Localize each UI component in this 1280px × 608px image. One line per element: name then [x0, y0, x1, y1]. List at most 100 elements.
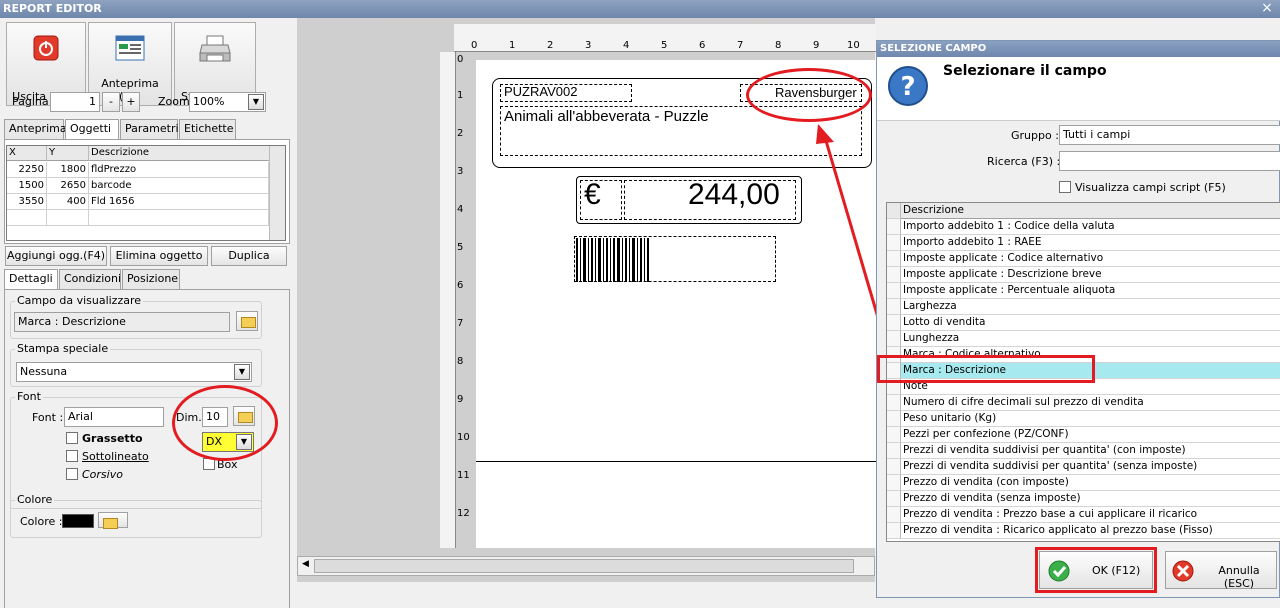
- ruler-mark: 5: [457, 242, 464, 253]
- underline-label: Sottolineato: [82, 450, 149, 463]
- list-item[interactable]: Lunghezza: [901, 331, 1280, 347]
- table-scrollbar[interactable]: [269, 146, 285, 240]
- list-item[interactable]: Numero di cifre decimali sul prezzo di v…: [901, 395, 1280, 411]
- close-icon[interactable]: ×: [1260, 0, 1274, 18]
- ruler-mark: 0: [457, 54, 464, 65]
- tab-dettagli[interactable]: Dettagli: [4, 269, 58, 290]
- table-cell[interactable]: 1500: [7, 178, 47, 194]
- list-item[interactable]: Prezzi di vendita suddivisi per quantita…: [901, 459, 1280, 475]
- table-cell[interactable]: 400: [47, 194, 89, 210]
- list-item[interactable]: Imposte applicate : Descrizione breve: [901, 267, 1280, 283]
- group-select[interactable]: Tutti i campi: [1059, 125, 1280, 145]
- dialog-heading: Selezionare il campo: [943, 63, 1107, 79]
- list-item[interactable]: Prezzo di vendita : Prezzo base a cui ap…: [901, 507, 1280, 523]
- list-header[interactable]: Descrizione: [901, 203, 1280, 219]
- ruler-mark: 7: [457, 318, 464, 329]
- ruler-mark: 4: [623, 40, 630, 51]
- ruler-mark: 4: [457, 204, 464, 215]
- select-field-dialog: SELEZIONE CAMPO ? Selezionare il campo G…: [876, 40, 1280, 598]
- table-cell[interactable]: 3550: [7, 194, 47, 210]
- color-label: Colore :: [20, 515, 63, 528]
- field-group-label: Campo da visualizzare: [15, 294, 144, 307]
- printer-icon: [199, 35, 231, 62]
- preview-icon: [115, 35, 145, 61]
- tab-etichette[interactable]: Etichette: [179, 119, 236, 139]
- color-swatch[interactable]: [62, 514, 94, 528]
- col-y-header[interactable]: Y: [47, 146, 89, 161]
- delete-object-button[interactable]: Elimina oggetto: [110, 246, 208, 266]
- list-item[interactable]: Peso unitario (Kg): [901, 411, 1280, 427]
- special-value: Nessuna: [20, 365, 68, 378]
- list-item[interactable]: Imposte applicate : Percentuale aliquota: [901, 283, 1280, 299]
- col-desc-header[interactable]: Descrizione: [89, 146, 269, 161]
- font-label: Font :: [32, 411, 64, 424]
- currency-text: €: [584, 178, 601, 211]
- list-item[interactable]: Lotto di vendita: [901, 315, 1280, 331]
- ruler-mark: 5: [661, 40, 668, 51]
- list-item[interactable]: Importo addebito 1 : Codice della valuta: [901, 219, 1280, 235]
- cancel-icon: [1172, 560, 1194, 582]
- search-label: Ricerca (F3) :: [987, 155, 1061, 168]
- page-plus-button[interactable]: +: [122, 92, 140, 112]
- bold-checkbox[interactable]: [66, 432, 78, 444]
- scroll-thumb[interactable]: [314, 559, 854, 573]
- list-item[interactable]: Larghezza: [901, 299, 1280, 315]
- list-item[interactable]: Imposte applicate : Codice alternativo: [901, 251, 1280, 267]
- list-item[interactable]: Pezzi per confezione (PZ/CONF): [901, 427, 1280, 443]
- duplicate-button[interactable]: Duplica: [211, 246, 287, 266]
- page-input[interactable]: 1: [50, 92, 100, 112]
- col-x-header[interactable]: X: [7, 146, 47, 161]
- horizontal-scrollbar[interactable]: ◀: [297, 556, 875, 576]
- chevron-down-icon[interactable]: ▼: [248, 94, 264, 110]
- question-icon: ?: [888, 66, 928, 106]
- tab-condizioni[interactable]: Condizioni: [59, 269, 121, 289]
- ruler-mark: 0: [471, 40, 478, 51]
- ruler-mark: 6: [699, 40, 706, 51]
- list-item[interactable]: Prezzo di vendita (con imposte): [901, 475, 1280, 491]
- ruler-mark: 12: [457, 508, 470, 519]
- list-item[interactable]: Importo addebito 1 : RAEE: [901, 235, 1280, 251]
- search-input[interactable]: [1059, 151, 1280, 171]
- zoom-select[interactable]: 100% ▼: [189, 92, 266, 112]
- table-cell[interactable]: fldPrezzo: [89, 162, 269, 178]
- tab-posizione[interactable]: Posizione: [122, 269, 180, 289]
- table-cell[interactable]: 2250: [7, 162, 47, 178]
- page-label: Pagina: [12, 95, 49, 108]
- list-item[interactable]: Prezzo di vendita : Ricarico applicato a…: [901, 523, 1280, 539]
- list-item[interactable]: Prezzi di vendita suddivisi per quantita…: [901, 443, 1280, 459]
- zoom-label: Zoom: [158, 95, 190, 108]
- bold-label: Grassetto: [82, 432, 143, 445]
- ruler-mark: 1: [509, 40, 516, 51]
- folder-icon[interactable]: [98, 512, 128, 529]
- tab-anteprima[interactable]: Anteprima: [4, 119, 67, 139]
- price-text: 244,00: [688, 178, 780, 211]
- ruler-mark: 2: [457, 128, 464, 139]
- font-input[interactable]: Arial: [64, 407, 164, 427]
- table-cell[interactable]: barcode: [89, 178, 269, 194]
- list-item[interactable]: Prezzo di vendita (senza imposte): [901, 491, 1280, 507]
- ruler-mark: 10: [847, 40, 860, 51]
- table-cell[interactable]: 1800: [47, 162, 89, 178]
- table-cell[interactable]: 2650: [47, 178, 89, 194]
- page-break-line: [476, 461, 876, 462]
- tab-oggetti[interactable]: Oggetti: [65, 119, 119, 140]
- italic-checkbox[interactable]: [66, 468, 78, 480]
- objects-table[interactable]: X Y Descrizione 2250 1800 fldPrezzo 1500…: [6, 145, 286, 241]
- folder-icon[interactable]: [236, 311, 258, 331]
- tab-parametri[interactable]: Parametri: [120, 119, 179, 139]
- cancel-button[interactable]: Annulla (ESC): [1165, 551, 1277, 590]
- add-object-button[interactable]: Aggiungi ogg.(F4): [5, 246, 107, 266]
- page-minus-button[interactable]: -: [102, 92, 120, 112]
- left-panel: Uscita (ESC) Anteprima (F3) Stampa (F9) …: [0, 18, 296, 608]
- window-title: REPORT EDITOR: [0, 0, 1280, 18]
- ruler-mark: 6: [457, 280, 464, 291]
- underline-checkbox[interactable]: [66, 450, 78, 462]
- dialog-title: SELEZIONE CAMPO: [877, 41, 1280, 57]
- group-label: Gruppo :: [1011, 129, 1059, 142]
- svg-text:?: ?: [900, 72, 915, 102]
- special-select[interactable]: Nessuna ▼: [16, 362, 252, 382]
- table-cell[interactable]: Fld 1656: [89, 194, 269, 210]
- script-fields-checkbox[interactable]: [1059, 181, 1071, 193]
- scroll-left-icon[interactable]: ◀: [302, 559, 309, 569]
- chevron-down-icon[interactable]: ▼: [234, 364, 250, 380]
